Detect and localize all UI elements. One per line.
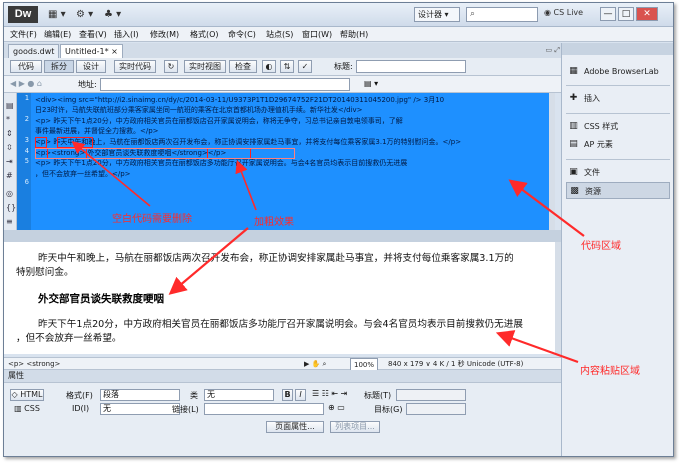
annotation-blank-code: 空白代码需要删除 (112, 214, 192, 225)
annotation-code-area: 代码区域 (581, 241, 621, 252)
arrow-blank-code (71, 140, 151, 207)
arrow-code-area (508, 179, 585, 237)
arrow-paste-area (495, 330, 579, 364)
annotation-bold-effect: 加粗效果 (254, 217, 294, 228)
annotation-paste-area: 内容粘贴区域 (580, 366, 640, 377)
arrow-bold-code (235, 160, 257, 211)
arrow-bold-design (168, 227, 249, 295)
annotation-arrows (71, 140, 585, 364)
